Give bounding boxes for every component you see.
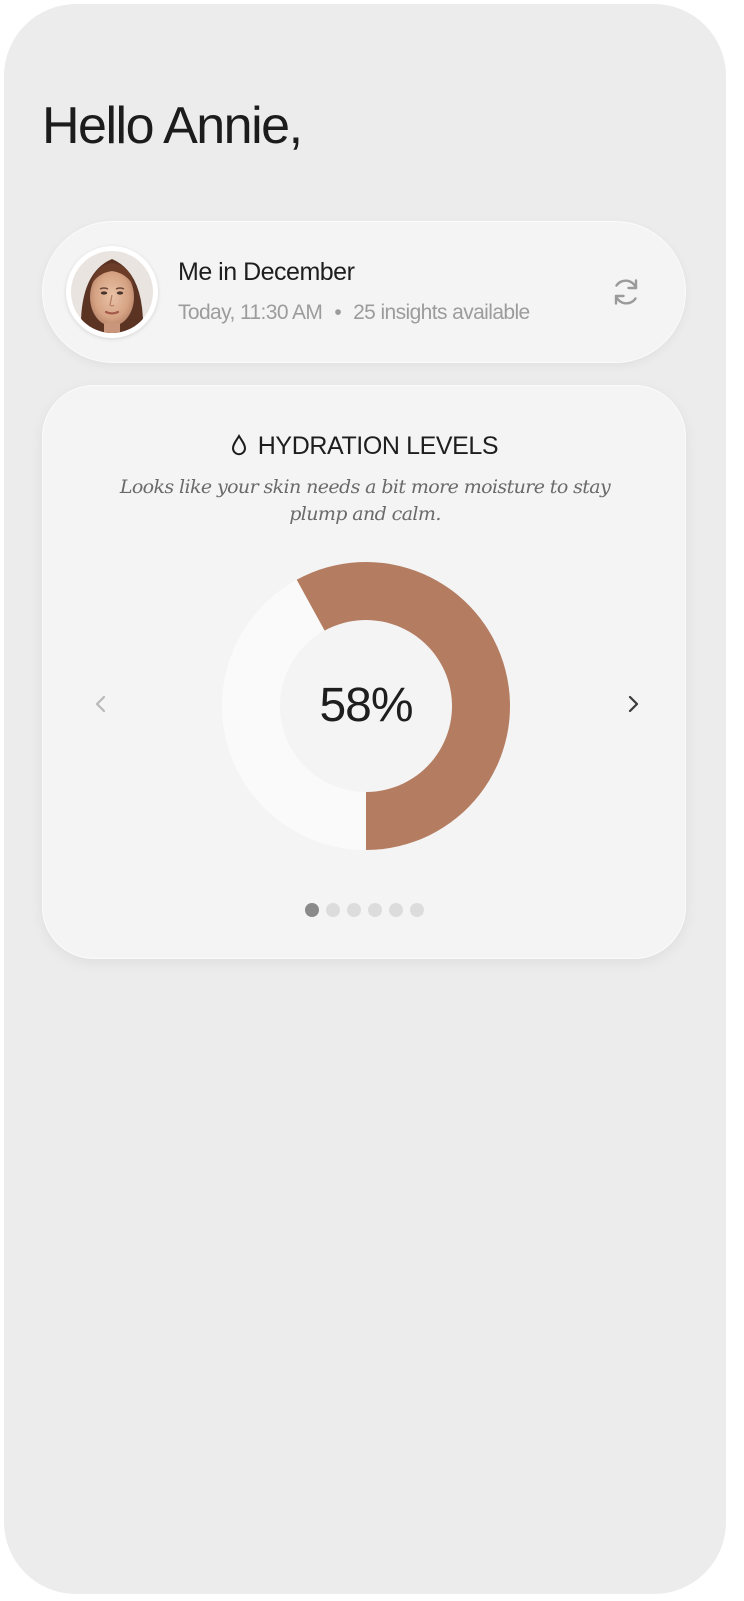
pagination-dots: [43, 903, 685, 917]
profile-snapshot-card[interactable]: Me in December Today, 11:30 AM • 25 insigh…: [42, 221, 686, 363]
user-portrait: [71, 251, 153, 333]
meta-separator: •: [334, 301, 342, 324]
snapshot-title: Me in December: [178, 258, 355, 286]
pagination-dot[interactable]: [325, 903, 340, 917]
snapshot-timestamp: Today, 11:30 AM: [178, 301, 323, 324]
refresh-icon[interactable]: [609, 275, 643, 309]
water-drop-icon: [230, 434, 248, 463]
hydration-card: HYDRATION LEVELS Looks like your skin ne…: [42, 385, 686, 959]
chevron-right-icon[interactable]: [619, 690, 647, 718]
chevron-left-icon[interactable]: [87, 690, 115, 718]
pagination-dot[interactable]: [346, 903, 361, 917]
pagination-dot[interactable]: [367, 903, 382, 917]
pagination-dot[interactable]: [304, 903, 319, 917]
app-screen: Hello Annie, Me in December Today, 11:30…: [4, 4, 726, 1594]
hydration-heading: HYDRATION LEVELS: [257, 432, 499, 460]
hydration-description: Looks like your skin needs a bit more mo…: [119, 476, 611, 525]
avatar[interactable]: [66, 246, 158, 338]
greeting-heading: Hello Annie,: [42, 97, 303, 155]
card-heading: HYDRATION LEVELS: [43, 432, 685, 463]
snapshot-meta: Today, 11:30 AM • 25 insights available: [178, 301, 530, 325]
hydration-value: 58%: [319, 679, 413, 732]
hydration-donut-chart: 58%: [221, 561, 511, 851]
pagination-dot[interactable]: [388, 903, 403, 917]
insights-count: 25 insights available: [353, 301, 530, 324]
pagination-dot[interactable]: [409, 903, 424, 917]
